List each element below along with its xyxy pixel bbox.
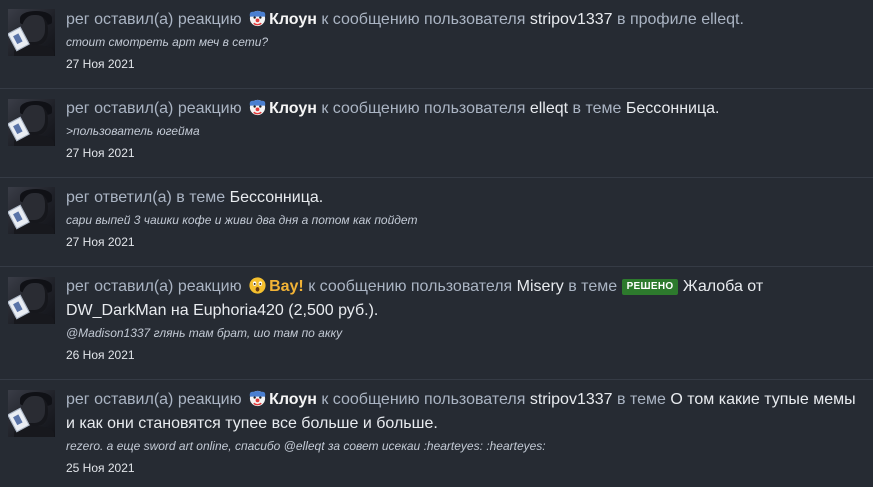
reaction-name[interactable]: Клоун: [269, 100, 317, 117]
feed-item-title: рег оставил(а) реакцию Клоун к сообщению…: [66, 97, 863, 121]
clown-icon: [249, 390, 266, 407]
location-suffix: .: [373, 302, 379, 319]
feed-item-title: рег оставил(а) реакцию Клоун к сообщению…: [66, 8, 863, 32]
timestamp[interactable]: 26 Ноя 2021: [66, 347, 863, 363]
avatar[interactable]: [8, 187, 55, 234]
location-prefix: в теме: [572, 100, 622, 117]
location-suffix: .: [739, 11, 744, 28]
message-snippet[interactable]: rezero. а еще sword art online, спасибо …: [66, 438, 863, 454]
action-text: оставил(а) реакцию: [94, 391, 242, 408]
clown-icon: [249, 10, 266, 27]
user-link[interactable]: рег: [66, 100, 90, 117]
feed-item-title: рег ответил(а) в теме Бессонница.: [66, 186, 863, 210]
timestamp[interactable]: 27 Ноя 2021: [66, 56, 863, 72]
timestamp[interactable]: 27 Ноя 2021: [66, 234, 863, 250]
location-suffix: .: [715, 100, 720, 117]
news-feed: рег оставил(а) реакцию Клоун к сообщению…: [0, 0, 873, 487]
avatar[interactable]: [8, 277, 55, 324]
timestamp[interactable]: 27 Ноя 2021: [66, 145, 863, 161]
avatar[interactable]: [8, 9, 55, 56]
avatar[interactable]: [8, 99, 55, 146]
reaction-name[interactable]: Вау!: [269, 278, 304, 295]
user-link[interactable]: рег: [66, 391, 90, 408]
feed-item: рег оставил(а) реакцию Клоун к сообщению…: [0, 0, 873, 89]
action-text: оставил(а) реакцию: [94, 278, 242, 295]
feed-item: рег оставил(а) реакцию Клоун к сообщению…: [0, 380, 873, 487]
feed-item: рег оставил(а) реакцию Вау! к сообщению …: [0, 267, 873, 380]
reaction-name[interactable]: Клоун: [269, 391, 317, 408]
target-user-link[interactable]: Misery: [517, 278, 564, 295]
clown-icon: [249, 99, 266, 116]
target-user-link[interactable]: stripov1337: [530, 391, 613, 408]
connector-text: к сообщению пользователя: [321, 11, 526, 28]
feed-item-title: рег оставил(а) реакцию Вау! к сообщению …: [66, 275, 863, 323]
message-snippet[interactable]: сари выпей 3 чашки кофе и живи два дня а…: [66, 212, 863, 228]
location-prefix: в теме: [568, 278, 618, 295]
connector-text: к сообщению пользователя: [308, 278, 513, 295]
location-link[interactable]: Бессонница: [230, 189, 319, 206]
message-snippet[interactable]: >пользователь югейма: [66, 123, 863, 139]
message-snippet[interactable]: @Madison1337 глянь там брат, шо там по а…: [66, 325, 863, 341]
target-user-link[interactable]: stripov1337: [530, 11, 613, 28]
connector-text: к сообщению пользователя: [321, 391, 526, 408]
user-link[interactable]: рег: [66, 11, 90, 28]
avatar[interactable]: [8, 390, 55, 437]
user-link[interactable]: рег: [66, 189, 90, 206]
location-prefix: в теме: [617, 391, 666, 408]
location-link[interactable]: elleqt: [701, 11, 739, 28]
feed-item-title: рег оставил(а) реакцию Клоун к сообщению…: [66, 388, 863, 436]
target-user-link[interactable]: elleqt: [530, 100, 568, 117]
action-text: оставил(а) реакцию: [94, 11, 242, 28]
feed-item: рег оставил(а) реакцию Клоун к сообщению…: [0, 89, 873, 178]
timestamp[interactable]: 25 Ноя 2021: [66, 460, 863, 476]
action-text: оставил(а) реакцию: [94, 100, 242, 117]
status-badge: РЕШЕНО: [621, 279, 679, 295]
user-link[interactable]: рег: [66, 278, 90, 295]
location-link[interactable]: Бессонница: [626, 100, 715, 117]
message-snippet[interactable]: стоит смотреть арт меч в сети?: [66, 34, 863, 50]
location-suffix: .: [318, 189, 324, 206]
reaction-name[interactable]: Клоун: [269, 11, 317, 28]
connector-text: к сообщению пользователя: [321, 100, 526, 117]
wow-icon: [249, 277, 266, 294]
location-prefix: в профиле: [617, 11, 697, 28]
feed-item: рег ответил(а) в теме Бессонница. сари в…: [0, 178, 873, 267]
action-text: ответил(а) в теме: [94, 189, 226, 206]
